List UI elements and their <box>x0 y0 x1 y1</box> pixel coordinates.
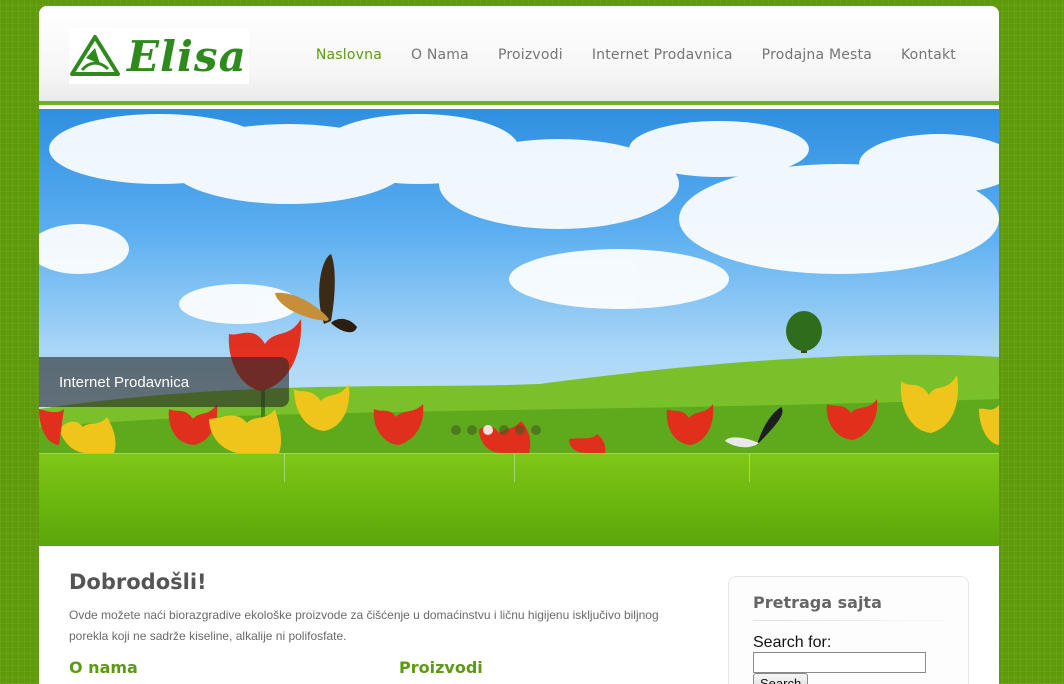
site-logo[interactable]: Elisa <box>69 28 249 84</box>
page-container: Elisa Naslovna O Nama Proizvodi Internet… <box>39 6 999 684</box>
band-divider <box>284 454 285 482</box>
nav-item-o-nama[interactable]: O Nama <box>411 47 469 63</box>
feature-band <box>39 453 999 546</box>
slider-dot[interactable] <box>451 425 461 435</box>
main-nav: Naslovna O Nama Proizvodi Internet Proda… <box>316 47 956 63</box>
slider-dot[interactable] <box>467 425 477 435</box>
slider-dot[interactable] <box>499 425 509 435</box>
slider-dot[interactable] <box>515 425 525 435</box>
nav-item-prodajna-mesta[interactable]: Prodajna Mesta <box>762 47 872 63</box>
logo-triangle-icon <box>70 35 120 76</box>
nav-item-proizvodi[interactable]: Proizvodi <box>498 47 563 63</box>
welcome-title: Dobrodošli! <box>69 570 207 594</box>
slider-dot[interactable] <box>531 425 541 435</box>
section-title-proizvodi[interactable]: Proizvodi <box>399 658 483 677</box>
main-content: Dobrodošli! Ovde možete naći biorazgradi… <box>39 546 999 684</box>
slider-pagination <box>451 425 541 435</box>
search-input[interactable] <box>753 652 926 673</box>
nav-item-kontakt[interactable]: Kontakt <box>901 47 956 63</box>
slider-dot-active[interactable] <box>483 425 493 435</box>
slide-caption[interactable]: Internet Prodavnica <box>39 357 289 407</box>
logo-text: Elisa <box>127 31 247 81</box>
search-widget-title: Pretraga sajta <box>753 593 882 612</box>
welcome-text: Ovde možete naći biorazgradive ekološke … <box>69 608 659 643</box>
band-divider <box>749 454 750 482</box>
divider <box>753 620 945 621</box>
search-widget: Pretraga sajta Search for: Search <box>728 576 969 684</box>
search-label: Search for: <box>753 634 832 651</box>
section-title-o-nama[interactable]: O nama <box>69 658 138 677</box>
band-divider <box>514 454 515 482</box>
nav-item-internet-prodavnica[interactable]: Internet Prodavnica <box>592 47 733 63</box>
nav-item-naslovna[interactable]: Naslovna <box>316 47 382 63</box>
site-header: Elisa Naslovna O Nama Proizvodi Internet… <box>39 6 999 105</box>
hero-slider[interactable]: Internet Prodavnica <box>39 109 999 453</box>
search-button[interactable]: Search <box>753 673 809 684</box>
